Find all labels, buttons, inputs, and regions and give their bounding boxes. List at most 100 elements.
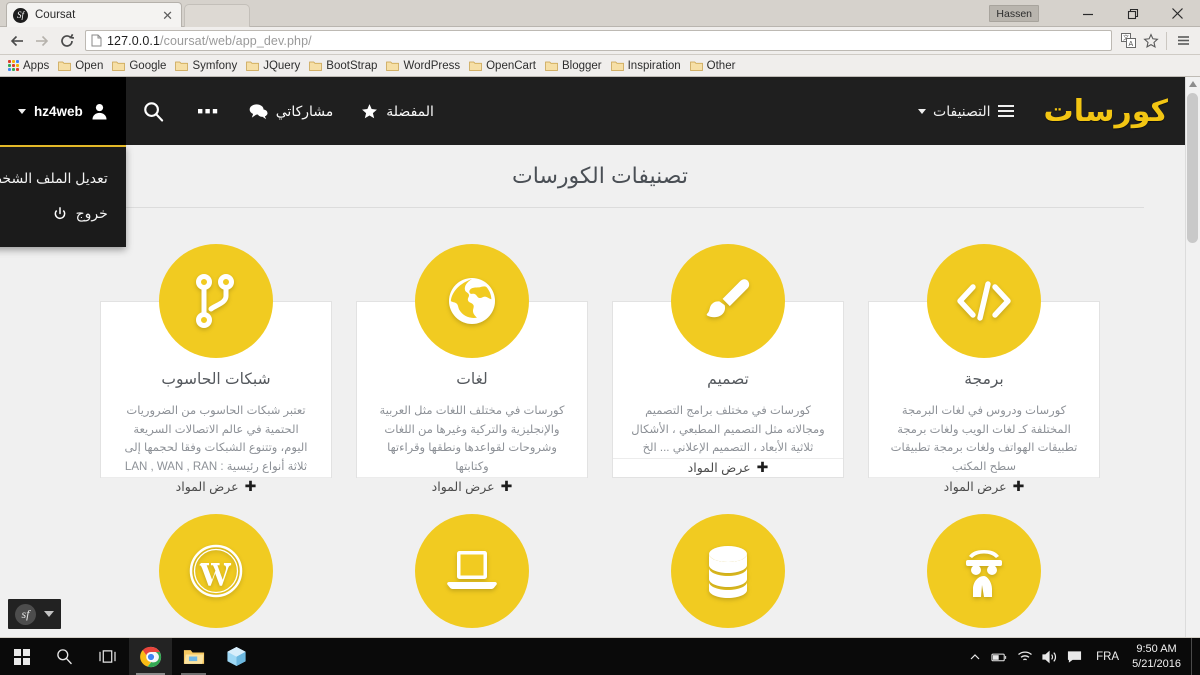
folder-icon	[689, 61, 703, 71]
page-scrollbar[interactable]	[1185, 77, 1200, 637]
wifi-icon[interactable]	[1012, 638, 1037, 675]
reload-button[interactable]	[56, 30, 78, 52]
symfony-debug-toolbar[interactable]: sf	[8, 599, 61, 629]
chrome-icon	[139, 646, 161, 667]
bookmark-bootstrap[interactable]: BootStrap	[306, 57, 383, 75]
bookmark-opencart[interactable]: OpenCart	[466, 57, 542, 75]
bookmark-apps[interactable]: Apps	[5, 57, 55, 75]
view-materials-button[interactable]: ✚ عرض المواد	[613, 457, 843, 477]
new-tab-button[interactable]	[184, 4, 250, 27]
forward-button[interactable]	[31, 30, 53, 52]
categories-label: التصنيفات	[933, 102, 991, 119]
categories-menu-button[interactable]: التصنيفات	[918, 103, 1014, 120]
scroll-up-icon[interactable]	[1189, 81, 1197, 87]
category-icon-circle	[415, 514, 529, 628]
chrome-menu-icon[interactable]	[1172, 30, 1194, 52]
clock-time: 9:50 AM	[1136, 642, 1177, 655]
bookmark-label: Google	[129, 59, 167, 72]
category-cards-row-2	[0, 514, 1200, 628]
folder-icon	[386, 61, 400, 71]
category-card-languages[interactable]: لغات كورسات في مختلف اللغات مثل العربية …	[356, 244, 588, 494]
nav-item-favorites[interactable]: المفضلة	[347, 77, 448, 145]
nav-item-more[interactable]	[181, 77, 235, 145]
globe-icon	[449, 278, 495, 324]
apps-grid-icon	[8, 60, 19, 71]
chrome-browser-window: Sf Coursat ✕ Hassen 127.0.0.1/coursat/we…	[0, 0, 1200, 638]
clock[interactable]: 9:50 AM 5/21/2016	[1128, 642, 1191, 671]
star-icon	[362, 103, 378, 118]
browser-toolbar: 127.0.0.1/coursat/web/app_dev.php/ 文 A	[0, 27, 1200, 55]
menu-item-edit-profile[interactable]: تعديل الملف الشخصي	[0, 161, 126, 196]
back-button[interactable]	[6, 30, 28, 52]
laptop-icon	[447, 551, 497, 589]
category-card-programming[interactable]: برمجة كورسات ودروس في لغات البرمجة المخت…	[868, 244, 1100, 494]
bookmark-label: BootStrap	[326, 59, 378, 72]
view-materials-button[interactable]: ✚ عرض المواد	[869, 476, 1099, 495]
view-materials-label: عرض المواد	[431, 479, 495, 494]
browser-tab[interactable]: Sf Coursat ✕	[6, 2, 182, 27]
taskbar-search-button[interactable]	[43, 638, 86, 675]
action-center-icon[interactable]	[1062, 638, 1087, 675]
symfony-icon: Sf	[13, 7, 28, 23]
view-materials-button[interactable]: ✚ عرض المواد	[101, 476, 331, 495]
folder-icon	[469, 61, 482, 71]
taskbar-3d-builder-button[interactable]	[215, 638, 258, 675]
menu-item-logout[interactable]: خروج	[0, 196, 126, 231]
translate-icon[interactable]: 文 A	[1117, 30, 1139, 52]
site-logo[interactable]: كورسات	[1044, 94, 1168, 129]
header-nav: المفضلة مشاركاتي hz4web تعديل الملف الشخ…	[0, 77, 448, 247]
bookmark-label: Apps	[23, 59, 50, 72]
bookmark-blogger[interactable]: Blogger	[542, 57, 608, 75]
category-card-design[interactable]: تصميم كورسات في مختلف برامج التصميم ومجا…	[612, 244, 844, 478]
bookmark-wordpress[interactable]: WordPress	[383, 57, 466, 75]
bookmark-label: Inspiration	[627, 59, 681, 72]
spy-icon	[966, 550, 1002, 597]
task-view-button[interactable]	[86, 638, 129, 675]
folder-icon	[58, 61, 72, 71]
view-materials-button[interactable]: ✚ عرض المواد	[357, 476, 587, 495]
bookmarks-bar: Apps Open Google Symfony JQuery BootStra…	[0, 55, 1200, 77]
nav-item-search[interactable]	[126, 77, 181, 145]
maximize-restore-button[interactable]	[1110, 0, 1155, 27]
card-description: تعتبر شبكات الحاسوب من الضروريات الحتمية…	[124, 405, 308, 473]
category-card-wordpress[interactable]	[100, 514, 332, 628]
user-menu-button[interactable]: hz4web تعديل الملف الشخصي خروج	[0, 77, 126, 247]
bookmark-symfony[interactable]: Symfony	[172, 57, 243, 75]
taskbar-chrome-button[interactable]	[129, 638, 172, 675]
bookmark-star-icon[interactable]	[1140, 30, 1162, 52]
bookmark-google[interactable]: Google	[109, 57, 172, 75]
category-card-computers[interactable]	[356, 514, 588, 628]
scrollbar-thumb[interactable]	[1187, 93, 1198, 243]
close-tab-icon[interactable]: ✕	[160, 9, 175, 22]
minimize-button[interactable]	[1065, 0, 1110, 27]
toolbar-expand-icon[interactable]	[44, 611, 54, 617]
volume-icon[interactable]	[1037, 638, 1062, 675]
tray-expand-icon[interactable]	[962, 638, 987, 675]
database-icon	[709, 546, 747, 598]
category-card-databases[interactable]	[612, 514, 844, 628]
nav-item-my-posts[interactable]: مشاركاتي	[235, 77, 348, 145]
category-icon-circle	[927, 244, 1041, 358]
bookmark-label: Blogger	[561, 59, 602, 72]
card-title: شبكات الحاسوب	[161, 371, 271, 388]
category-card-security[interactable]	[868, 514, 1100, 628]
url-text: 127.0.0.1/coursat/web/app_dev.php/	[107, 34, 312, 48]
battery-icon[interactable]	[987, 638, 1012, 675]
start-button[interactable]	[0, 638, 43, 675]
bookmark-inspiration[interactable]: Inspiration	[608, 57, 687, 75]
bookmark-open[interactable]: Open	[55, 57, 109, 75]
bookmark-other[interactable]: Other	[687, 57, 742, 75]
bookmark-jquery[interactable]: JQuery	[243, 57, 306, 75]
profile-button[interactable]: Hassen	[989, 5, 1039, 22]
language-indicator[interactable]: FRA	[1087, 651, 1128, 663]
show-desktop-button[interactable]	[1191, 638, 1198, 675]
page-icon	[91, 34, 102, 47]
address-bar[interactable]: 127.0.0.1/coursat/web/app_dev.php/	[85, 30, 1112, 51]
plus-icon: ✚	[244, 477, 257, 494]
windows-logo-icon	[13, 648, 30, 665]
category-cards-row: برمجة كورسات ودروس في لغات البرمجة المخت…	[0, 244, 1200, 494]
bookmark-label: Open	[75, 59, 104, 72]
category-card-computer-networks[interactable]: شبكات الحاسوب تعتبر شبكات الحاسوب من الض…	[100, 244, 332, 494]
taskbar-file-explorer-button[interactable]	[172, 638, 215, 675]
close-window-button[interactable]	[1155, 0, 1200, 27]
